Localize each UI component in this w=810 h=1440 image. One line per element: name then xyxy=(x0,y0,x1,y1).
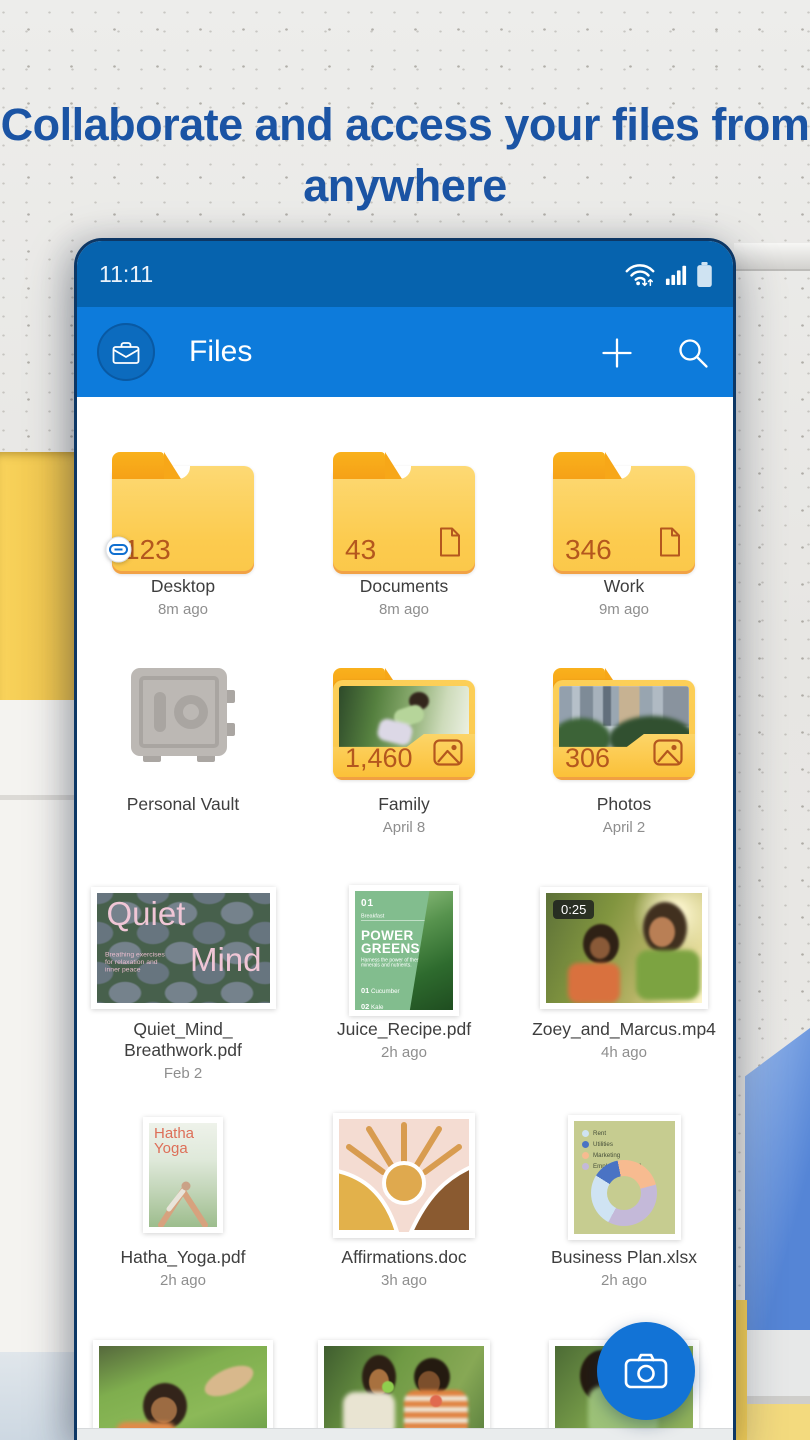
grid-item-zoey-and-marcus-mp4[interactable]: 0:25 Zoey_and_Marcus.mp4 4h ago xyxy=(518,885,730,1064)
folder-count: 306 xyxy=(565,743,610,774)
document-icon xyxy=(658,527,682,562)
grid-item-affirmations-doc[interactable]: Affirmations.doc 3h ago xyxy=(298,1113,510,1292)
grid-item-juice-recipe-pdf[interactable]: 01 Breakfast POWER GREENS Harness the po… xyxy=(298,885,510,1064)
account-button[interactable] xyxy=(97,323,155,381)
bottom-strip xyxy=(77,1428,733,1440)
thumb-list: 01 Cucumber 02 Kale 03 Lemon xyxy=(361,986,447,1010)
file-thumbnail: Rent Utilities Marketing Employee Payrol… xyxy=(568,1115,681,1240)
item-meta: 9m ago xyxy=(599,599,649,621)
background-ledge xyxy=(734,243,810,271)
grid-item-hatha-yoga-pdf[interactable]: Hatha Yoga Hatha_Yoga.pdf xyxy=(77,1113,289,1292)
status-icons xyxy=(624,261,713,288)
folder-count: 43 xyxy=(345,534,376,566)
file-thumbnail: 01 Breakfast POWER GREENS Harness the po… xyxy=(349,885,459,1016)
grid-item-quiet-mind-pdf[interactable]: Quiet Mind Breathing exercises for relax… xyxy=(77,885,289,1085)
photo-thumbnail xyxy=(318,1340,490,1440)
folder-icon: 123 xyxy=(112,452,254,574)
thumb-text: Mind xyxy=(190,941,262,979)
briefcase-icon xyxy=(111,339,141,366)
item-name: Juice_Recipe.pdf xyxy=(337,1019,471,1040)
phone-mockup: 11:11 xyxy=(74,238,736,1440)
battery-icon xyxy=(696,261,713,288)
search-button[interactable] xyxy=(675,335,711,371)
thumb-title: Hatha Yoga xyxy=(154,1126,194,1156)
item-name: Hatha_Yoga.pdf xyxy=(121,1247,246,1268)
app-store-screenshot: Collaborate and access your files from a… xyxy=(0,0,810,1440)
item-meta: 8m ago xyxy=(151,599,215,621)
safe-icon xyxy=(127,668,239,768)
photo-folder-icon: 306 xyxy=(553,668,695,780)
grid-item-photos[interactable]: 306 Photos April 2 xyxy=(518,664,730,839)
signal-icon xyxy=(665,262,687,286)
add-button[interactable] xyxy=(599,335,635,371)
item-name: Desktop xyxy=(151,576,215,597)
image-icon xyxy=(433,739,463,771)
thumb-text: Breakfast xyxy=(361,913,446,921)
thumb-title: POWER GREENS xyxy=(361,929,447,955)
donut-chart xyxy=(591,1160,657,1226)
camera-fab[interactable] xyxy=(597,1322,695,1420)
camera-icon xyxy=(623,1350,669,1392)
grid-item-work[interactable]: 346 Work 9m ago xyxy=(518,452,730,621)
image-icon xyxy=(653,739,683,771)
wifi-icon xyxy=(624,261,656,287)
item-name: Zoey_and_Marcus.mp4 xyxy=(532,1019,716,1040)
grid-item-family[interactable]: 1,460 Family April 8 xyxy=(298,664,510,839)
thumb-text: 01 xyxy=(361,898,447,909)
item-name: Documents xyxy=(360,576,449,597)
video-thumbnail: 0:25 xyxy=(540,887,708,1009)
background-floor xyxy=(0,1352,77,1440)
video-duration-badge: 0:25 xyxy=(553,900,594,919)
item-meta: 2h ago xyxy=(121,1270,246,1292)
folder-icon: 43 xyxy=(333,452,475,574)
shared-link-badge xyxy=(105,536,132,568)
boho-sun-art xyxy=(339,1119,469,1232)
grid-item-photo-1[interactable] xyxy=(77,1340,289,1440)
item-meta: April 2 xyxy=(597,817,651,839)
grid-item-business-plan-xlsx[interactable]: Rent Utilities Marketing Employee Payrol… xyxy=(518,1113,730,1292)
background-glass-panel xyxy=(745,1028,810,1330)
status-bar: 11:11 xyxy=(77,241,733,307)
grid-item-desktop[interactable]: 123 Desktop 8m ago xyxy=(77,452,289,621)
photo-folder-icon: 1,460 xyxy=(333,668,475,780)
plus-icon xyxy=(599,335,635,371)
item-meta: 4h ago xyxy=(532,1042,716,1064)
item-meta: April 8 xyxy=(378,817,430,839)
thumb-caption: Breathing exercises for relaxation and i… xyxy=(105,951,166,973)
folder-count: 1,460 xyxy=(345,743,413,774)
folder-icon: 346 xyxy=(553,452,695,574)
file-thumbnail xyxy=(333,1113,475,1238)
photo-thumbnail xyxy=(93,1340,273,1440)
file-thumbnail: Hatha Yoga xyxy=(143,1117,223,1233)
status-time: 11:11 xyxy=(99,261,153,288)
background-white-paper xyxy=(0,700,77,1440)
item-name: Work xyxy=(599,576,649,597)
document-icon xyxy=(438,527,462,562)
app-bar-title: Files xyxy=(189,307,252,397)
grid-item-documents[interactable]: 43 Documents 8m ago xyxy=(298,452,510,621)
item-name: Quiet_Mind_ Breathwork.pdf xyxy=(124,1019,242,1061)
app-bar: Files xyxy=(77,307,733,397)
folder-count: 346 xyxy=(565,534,612,566)
item-meta: 8m ago xyxy=(360,599,449,621)
search-icon xyxy=(676,336,710,370)
item-name: Business Plan.xlsx xyxy=(551,1247,697,1268)
file-thumbnail: Quiet Mind Breathing exercises for relax… xyxy=(91,887,276,1009)
grid-item-photo-2[interactable] xyxy=(298,1340,510,1440)
item-name: Photos xyxy=(597,794,651,815)
thumb-text: Quiet xyxy=(107,895,186,933)
item-name: Personal Vault xyxy=(127,794,240,815)
background-yellow-paper xyxy=(0,452,77,700)
files-grid: 123 Desktop 8m ago xyxy=(77,397,733,1440)
item-name: Affirmations.doc xyxy=(341,1247,466,1268)
grid-item-personal-vault[interactable]: Personal Vault xyxy=(77,664,289,815)
item-meta: 2h ago xyxy=(337,1042,471,1064)
item-meta: Feb 2 xyxy=(124,1063,242,1085)
item-meta: 3h ago xyxy=(341,1270,466,1292)
yoga-figure xyxy=(149,1175,217,1227)
thumb-caption: Harness the power of these vital mineral… xyxy=(361,958,447,968)
page-title: Collaborate and access your files from a… xyxy=(0,94,810,216)
item-name: Family xyxy=(378,794,430,815)
item-meta: 2h ago xyxy=(551,1270,697,1292)
